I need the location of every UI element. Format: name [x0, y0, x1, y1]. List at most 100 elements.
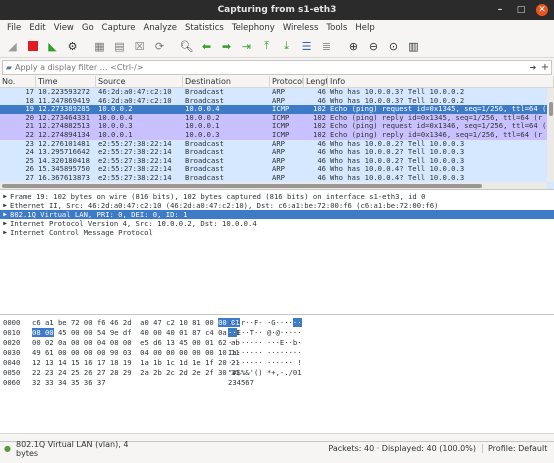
column-info[interactable]: Info: [328, 76, 554, 87]
packet-row[interactable]: 26 15.345895750 e2:55:27:38:22:14 Broadcast…: [0, 165, 554, 174]
go-forward-icon[interactable]: ➡: [217, 37, 236, 56]
menu-edit[interactable]: Edit: [25, 23, 49, 33]
byte-offset: 0040: [3, 358, 21, 367]
colorize-icon[interactable]: ≣: [317, 37, 336, 56]
restart-capture-icon[interactable]: ◣: [43, 37, 62, 56]
menu-wireless[interactable]: Wireless: [279, 23, 323, 33]
display-filter-input[interactable]: [15, 61, 527, 74]
menu-view[interactable]: View: [50, 23, 78, 33]
status-profile[interactable]: Profile: Default: [482, 444, 554, 453]
byte-hex: 08 00 45 00 00 54 9e df 40 00 40 01 87 c…: [30, 328, 240, 338]
save-file-icon[interactable]: ▤: [110, 37, 129, 56]
capture-options-icon[interactable]: ⚙: [63, 37, 82, 56]
find-packet-icon[interactable]: 🔍︎: [177, 37, 196, 56]
packet-cell-no: 19: [25, 105, 34, 114]
open-file-icon[interactable]: ▦: [90, 37, 109, 56]
autoscroll-icon[interactable]: ☰: [297, 37, 316, 56]
packet-row[interactable]: 19 12.273389285 10.0.0.2 10.0.0.4 ICMP 102 Ech…: [0, 105, 554, 114]
maximize-icon[interactable]: □: [515, 4, 527, 16]
highlighted-ascii: ··: [292, 318, 302, 327]
apply-filter-arrow-icon[interactable]: ➔: [527, 63, 539, 72]
packet-row[interactable]: 20 12.273464331 10.0.0.4 10.0.0.2 ICMP 102 Ech…: [0, 113, 554, 123]
zoom-in-icon[interactable]: ⊕: [344, 37, 363, 56]
column-length[interactable]: Length: [304, 76, 328, 87]
zoom-normal-icon[interactable]: ⊙: [384, 37, 403, 56]
title-bar: Capturing from s1-eth3 – □ ✕: [0, 0, 554, 20]
column-protocol[interactable]: Protocol: [270, 76, 304, 87]
main-toolbar: ◢ ◣ ⚙ ▦ ▤ ☒ ⟳ 🔍︎ ⬅ ➡ ⇥ ⤒ ⤓ ☰ ≣ ⊕ ⊖ ⊙ ▥: [0, 35, 554, 58]
minimize-icon[interactable]: –: [494, 4, 506, 16]
expand-arrow-icon[interactable]: ▶: [0, 192, 10, 201]
hex-text: 22 23 24 25 26 27 28 29 2a 2b 2c 2d 2e 2…: [32, 368, 240, 377]
packet-row[interactable]: 21 12.274882513 10.0.0.3 10.0.0.1 ICMP 102 Ech…: [0, 122, 554, 131]
byte-row[interactable]: 0050 22 23 24 25 26 27 28 29 2a 2b 2c 2d …: [0, 368, 554, 378]
packet-cell-len: 46: [317, 148, 326, 157]
shark-fin-start-icon[interactable]: ◢: [3, 37, 22, 56]
packet-row[interactable]: 24 13.295716642 e2:55:27:38:22:14 Broadcast…: [0, 148, 554, 157]
expand-arrow-icon[interactable]: ▶: [0, 201, 10, 210]
status-packet-count: Packets: 40 · Displayed: 40 (100.0%): [328, 444, 476, 453]
column-no[interactable]: No.: [0, 76, 36, 87]
stop-capture-icon[interactable]: [23, 37, 42, 56]
go-to-packet-icon[interactable]: ⇥: [237, 37, 256, 56]
packet-cell-src: 46:2d:a0:47:c2:10: [98, 88, 172, 96]
packet-cell-dst: Broadcast: [185, 156, 224, 165]
packet-cell-proto: ICMP: [272, 130, 290, 139]
packet-cell-len: 102: [313, 122, 326, 131]
close-file-icon[interactable]: ☒: [130, 37, 149, 56]
byte-row[interactable]: 0040 12 13 14 15 16 17 18 19 1a 1b 1c 1d …: [0, 358, 554, 368]
detail-row-ethernet[interactable]: ▶ Ethernet II, Src: 46:2d:a0:47:c2:10 (46…: [0, 201, 554, 210]
column-source[interactable]: Source: [96, 76, 183, 87]
bookmark-icon[interactable]: ▰: [3, 63, 15, 72]
column-time[interactable]: Time: [36, 76, 96, 87]
go-first-icon[interactable]: ⤒: [257, 37, 276, 56]
packet-cell-len: 46: [317, 88, 326, 96]
packet-cell-time: 15.345895750: [38, 165, 90, 174]
menu-tools[interactable]: Tools: [322, 23, 351, 33]
byte-row[interactable]: 0010 08 00 45 00 00 54 9e df 40 00 40 01 …: [0, 328, 554, 338]
menu-go[interactable]: Go: [78, 23, 98, 33]
go-last-icon[interactable]: ⤓: [277, 37, 296, 56]
menu-telephony[interactable]: Telephony: [228, 23, 279, 33]
reload-file-icon[interactable]: ⟳: [150, 37, 169, 56]
byte-row[interactable]: 0030 49 61 00 00 00 00 90 03 04 00 00 00 …: [0, 348, 554, 358]
byte-row[interactable]: 0060 32 33 34 35 36 37 234567: [0, 378, 554, 388]
packet-row[interactable]: 17 10.223593272 46:2d:a0:47:c2:10 Broadcast…: [0, 88, 554, 97]
ascii-text: ········ ···E··b·: [228, 338, 302, 347]
detail-row-vlan[interactable]: ▶ 802.1Q Virtual LAN, PRI: 0, DEI: 0, ID:…: [0, 210, 554, 219]
byte-offset: 0020: [3, 338, 21, 347]
close-icon[interactable]: ✕: [536, 4, 548, 16]
detail-row-icmp[interactable]: ▶ Internet Control Message Protocol: [0, 228, 554, 237]
packet-row[interactable]: 25 14.320180418 e2:55:27:38:22:14 Broadcast…: [0, 156, 554, 166]
detail-row-frame[interactable]: ▶ Frame 19: 102 bytes on wire (816 bits),…: [0, 192, 554, 201]
resize-columns-icon[interactable]: ▥: [404, 37, 423, 56]
packet-row[interactable]: 23 12.276101481 e2:55:27:38:22:14 Broadcast…: [0, 139, 554, 149]
expand-arrow-icon[interactable]: ▶: [0, 228, 10, 237]
menu-statistics[interactable]: Statistics: [181, 23, 228, 33]
menu-analyze[interactable]: Analyze: [139, 23, 181, 33]
packet-cell-info: Who has 10.0.0.4? Tell 10.0.0.3: [330, 165, 465, 174]
packet-row[interactable]: 22 12.274894134 10.0.0.1 10.0.0.3 ICMP 102 Ech…: [0, 130, 554, 140]
detail-row-ipv4[interactable]: ▶ Internet Protocol Version 4, Src: 10.0.…: [0, 219, 554, 228]
go-back-icon[interactable]: ⬅: [197, 37, 216, 56]
column-destination[interactable]: Destination: [183, 76, 270, 87]
menu-help[interactable]: Help: [351, 23, 378, 33]
menu-capture[interactable]: Capture: [98, 23, 140, 33]
capture-status-icon[interactable]: ●: [4, 444, 16, 453]
packet-cell-src: 10.0.0.2: [98, 105, 133, 114]
packet-cell-info: Echo (ping) reply id=0x1345, seq=1/256, …: [330, 113, 543, 122]
zoom-out-icon[interactable]: ⊖: [364, 37, 383, 56]
packet-cell-src: 10.0.0.4: [98, 113, 133, 122]
packet-list-hscrollbar[interactable]: [0, 182, 547, 189]
byte-row[interactable]: 0000 c6 a1 be 72 00 f6 46 2d a0 47 c2 10 …: [0, 318, 554, 328]
packet-row[interactable]: 18 11.247869419 46:2d:a0:47:c2:10 Broadcast…: [0, 96, 554, 106]
expand-arrow-icon[interactable]: ▶: [0, 210, 10, 219]
add-filter-button-icon[interactable]: +: [539, 62, 551, 73]
menu-file[interactable]: File: [3, 23, 25, 33]
packet-cell-time: 14.320180418: [38, 156, 90, 165]
expand-arrow-icon[interactable]: ▶: [0, 219, 10, 228]
hscroll-thumb[interactable]: [2, 184, 482, 188]
byte-row[interactable]: 0020 00 02 0a 00 00 04 08 00 e5 d6 13 45 …: [0, 338, 554, 348]
vscroll-thumb[interactable]: [549, 102, 553, 116]
packet-list-vscrollbar[interactable]: [547, 88, 554, 182]
